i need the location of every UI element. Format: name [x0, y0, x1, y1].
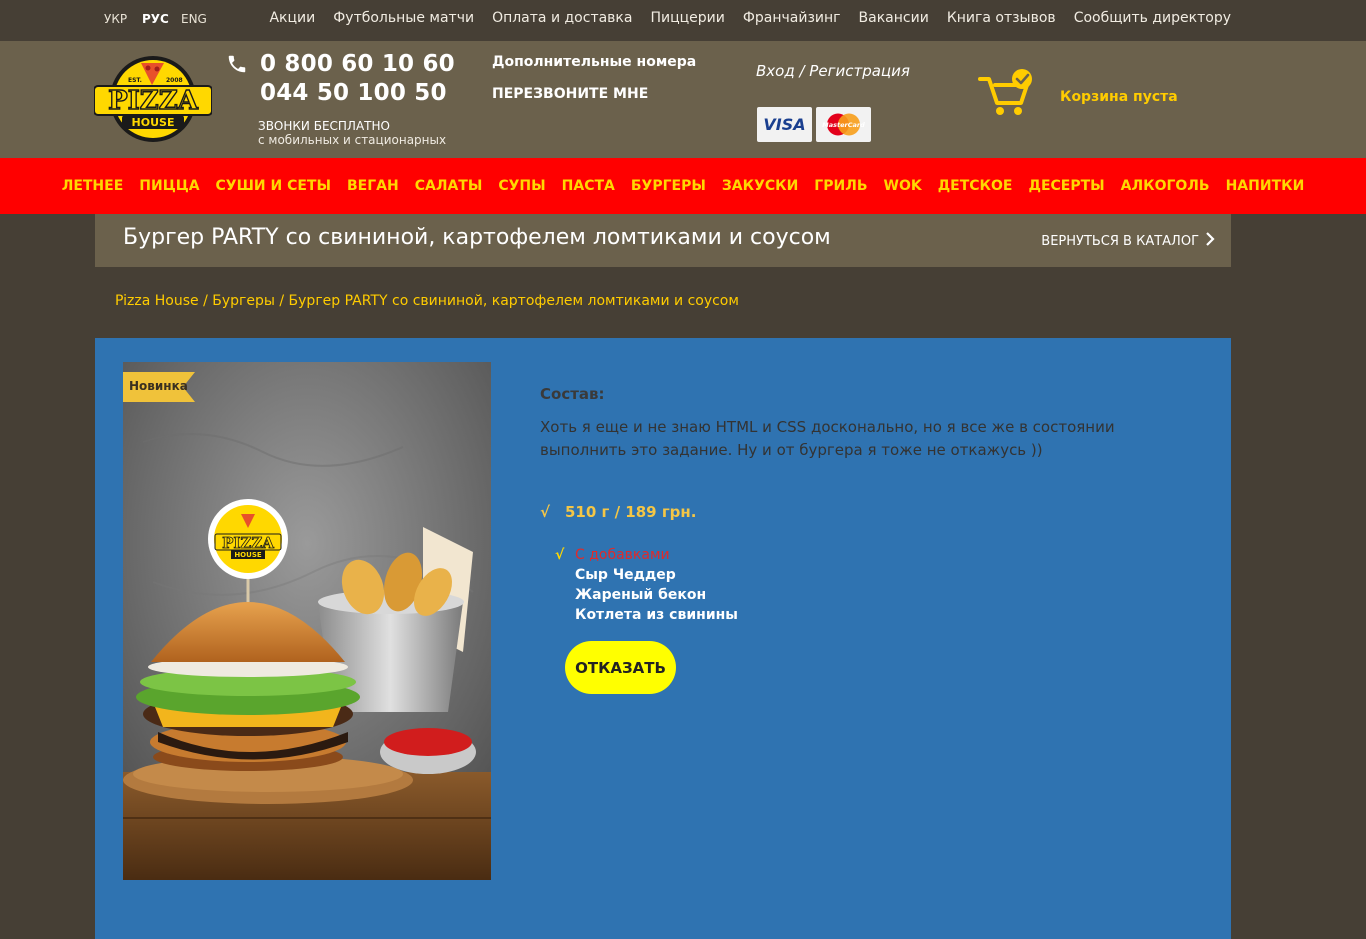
menu-item-soups[interactable]: СУПЫ	[498, 178, 545, 194]
topnav-football[interactable]: Футбольные матчи	[333, 10, 474, 26]
svg-text:MasterCard: MasterCard	[822, 121, 865, 129]
menu-item-pizza[interactable]: ПИЦЦА	[139, 178, 199, 194]
additions-check-icon: √	[555, 547, 565, 563]
back-to-catalog-link[interactable]: ВЕРНУТЬСЯ В КАТАЛОГ	[1041, 231, 1215, 251]
chevron-right-icon	[1205, 231, 1215, 251]
topnav-pizzerias[interactable]: Пиццерии	[650, 10, 724, 26]
menu-item-alcohol[interactable]: АЛКОГОЛЬ	[1121, 178, 1210, 194]
category-menu: ЛЕТНЕЕ ПИЦЦА СУШИ И СЕТЫ ВЕГАН САЛАТЫ СУ…	[0, 158, 1366, 214]
menu-item-wok[interactable]: WOK	[884, 178, 922, 194]
addition-cheddar[interactable]: Сыр Чеддер	[575, 567, 676, 583]
menu-item-drinks[interactable]: НАПИТКИ	[1226, 178, 1305, 194]
mastercard-icon: MasterCard	[816, 107, 871, 142]
topnav-franchise[interactable]: Франчайзинг	[743, 10, 841, 26]
menu-item-vegan[interactable]: ВЕГАН	[347, 178, 399, 194]
svg-text:EST.: EST.	[128, 77, 142, 84]
menu-item-burgers[interactable]: БУРГЕРЫ	[631, 178, 706, 194]
price-check-icon: √	[540, 503, 551, 521]
addition-bacon[interactable]: Жареный бекон	[575, 587, 706, 603]
lang-rus[interactable]: РУС	[142, 12, 169, 26]
svg-text:PIZZA: PIZZA	[108, 86, 199, 116]
topnav-director[interactable]: Сообщить директору	[1074, 10, 1231, 26]
menu-item-summer[interactable]: ЛЕТНЕЕ	[62, 178, 124, 194]
callback-link[interactable]: ПЕРЕЗВОНИТЕ МНЕ	[492, 86, 648, 102]
breadcrumb[interactable]: Pizza House / Бургеры / Бургер PARTY со …	[115, 293, 739, 309]
header: EST. 2008 PIZZA HOUSE 0 800 60 10 60 044…	[0, 41, 1366, 158]
additions-title[interactable]: С добавками	[575, 547, 670, 563]
top-bar: УКР РУС ENG Акции Футбольные матчи Оплат…	[0, 0, 1366, 41]
back-label: ВЕРНУТЬСЯ В КАТАЛОГ	[1041, 233, 1199, 249]
product-panel: PIZZA HOUSE Новинка Состав: Хоть я еще и…	[95, 338, 1231, 939]
lang-ukr[interactable]: УКР	[104, 12, 127, 26]
addition-pork-patty[interactable]: Котлета из свинины	[575, 607, 738, 623]
svg-text:2008: 2008	[166, 77, 183, 84]
free-calls-sub: с мобильных и стационарных	[258, 133, 447, 147]
topnav-promos[interactable]: Акции	[269, 10, 315, 26]
page-title: Бургер PARTY со свининой, картофелем лом…	[123, 225, 831, 250]
menu-item-desserts[interactable]: ДЕСЕРТЫ	[1028, 178, 1104, 194]
lang-eng[interactable]: ENG	[181, 12, 207, 26]
menu-item-grill[interactable]: ГРИЛЬ	[814, 178, 867, 194]
extra-numbers-link[interactable]: Дополнительные номера	[492, 54, 696, 70]
refuse-button[interactable]: ОТКАЗАТЬ	[565, 641, 676, 694]
composition-text: Хоть я еще и не знаю HTML и CSS досконал…	[540, 418, 1115, 459]
new-badge: Новинка	[129, 379, 188, 393]
free-calls-label: ЗВОНКИ БЕСПЛАТНО	[258, 119, 390, 133]
top-nav: Акции Футбольные матчи Оплата и доставка…	[269, 10, 1231, 26]
product-price[interactable]: 510 г / 189 грн.	[565, 503, 696, 521]
menu-item-kids[interactable]: ДЕТСКОЕ	[938, 178, 1013, 194]
topnav-payment[interactable]: Оплата и доставка	[492, 10, 632, 26]
visa-icon: VISA	[757, 107, 812, 142]
phone-icon	[226, 53, 248, 79]
topnav-reviews[interactable]: Книга отзывов	[947, 10, 1056, 26]
pizza-house-logo[interactable]: EST. 2008 PIZZA HOUSE	[93, 55, 213, 143]
topnav-vacancies[interactable]: Вакансии	[859, 10, 929, 26]
menu-item-sushi[interactable]: СУШИ И СЕТЫ	[216, 178, 331, 194]
cart-status[interactable]: Корзина пуста	[1060, 89, 1178, 105]
phone-number-1[interactable]: 0 800 60 10 60	[260, 51, 455, 77]
login-link[interactable]: Вход / Регистрация	[756, 62, 910, 80]
svg-text:HOUSE: HOUSE	[234, 551, 262, 559]
menu-item-snacks[interactable]: ЗАКУСКИ	[722, 178, 798, 194]
phone-number-2[interactable]: 044 50 100 50	[260, 80, 447, 106]
menu-item-salads[interactable]: САЛАТЫ	[415, 178, 483, 194]
svg-text:HOUSE: HOUSE	[132, 116, 175, 129]
product-title-bar: Бургер PARTY со свининой, картофелем лом…	[95, 214, 1231, 267]
composition-title: Состав:	[540, 385, 605, 403]
cart-icon[interactable]	[978, 67, 1036, 123]
svg-text:PIZZA: PIZZA	[222, 534, 274, 552]
menu-item-pasta[interactable]: ПАСТА	[562, 178, 615, 194]
product-image: PIZZA HOUSE Новинка	[123, 362, 491, 880]
